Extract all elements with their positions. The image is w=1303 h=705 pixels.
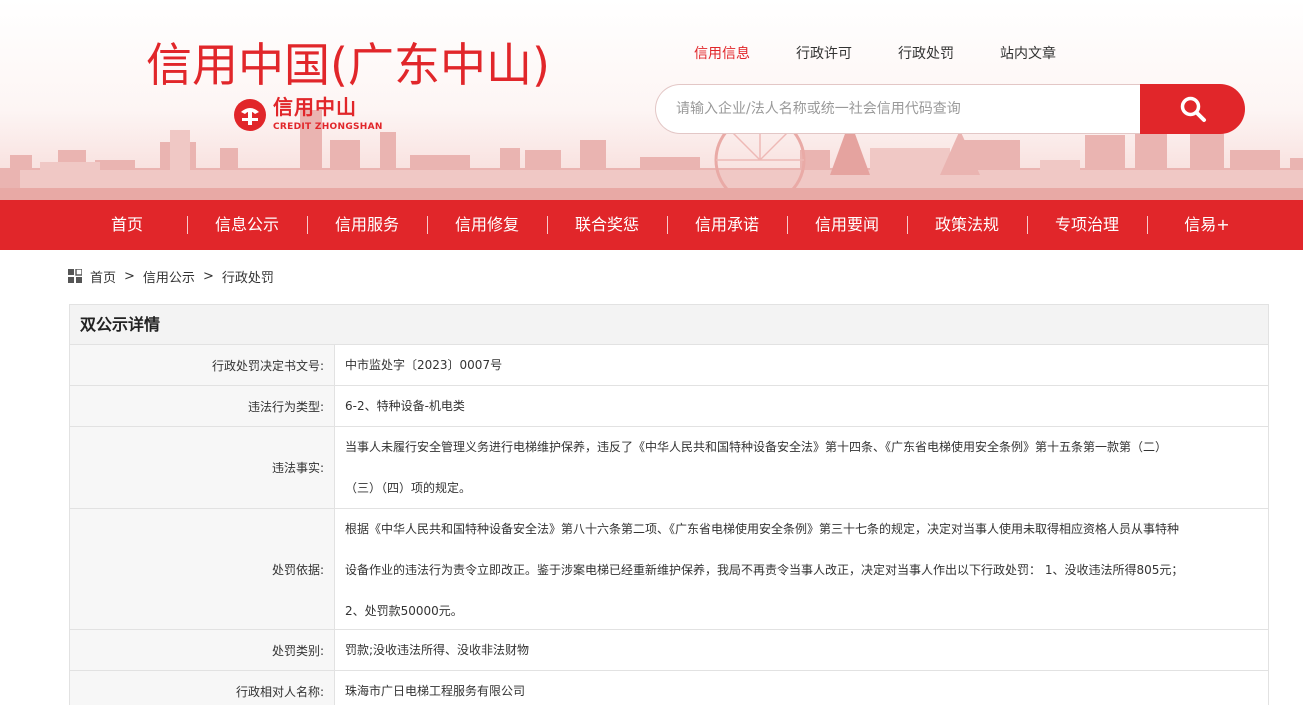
tab-admin-penalty[interactable]: 行政处罚 bbox=[898, 44, 954, 66]
search-icon bbox=[1180, 96, 1206, 122]
nav-info-disclosure[interactable]: 信息公示 bbox=[187, 200, 307, 250]
detail-row-decision-number: 行政处罚决定书文号: 中市监处字〔2023〕0007号 bbox=[69, 345, 1269, 386]
breadcrumb-admin-penalty[interactable]: 行政处罚 bbox=[222, 267, 274, 286]
nav-credit-repair[interactable]: 信用修复 bbox=[427, 200, 547, 250]
row-value: 中市监处字〔2023〕0007号 bbox=[345, 357, 503, 372]
logo-text-en: CREDIT ZHONGSHAN bbox=[273, 122, 383, 132]
detail-row-penalty-category: 处罚类别: 罚款;没收违法所得、没收非法财物 bbox=[69, 630, 1269, 671]
top-search-tabs: 信用信息 行政许可 行政处罚 站内文章 bbox=[694, 44, 1102, 66]
breadcrumb-home[interactable]: 首页 bbox=[90, 267, 116, 286]
detail-row-violation-type: 违法行为类型: 6-2、特种设备-机电类 bbox=[69, 386, 1269, 427]
row-value: 罚款;没收违法所得、没收非法财物 bbox=[345, 642, 530, 657]
header-banner: 信用中国(广东中山) 信用中山 CREDIT ZHONGSHAN 信用信息 行政… bbox=[0, 0, 1303, 200]
row-value-line: 设备作业的违法行为责令立即改正。鉴于涉案电梯已经重新维护保养，我局不再责令当事人… bbox=[345, 563, 1184, 577]
tab-site-articles[interactable]: 站内文章 bbox=[1000, 44, 1056, 66]
row-value: 根据《中华人民共和国特种设备安全法》第八十六条第二项、《广东省电梯使用安全条例》… bbox=[335, 509, 1268, 629]
row-value: 当事人未履行安全管理义务进行电梯维护保养，违反了《中华人民共和国特种设备安全法》… bbox=[335, 427, 1268, 508]
row-value-line: 当事人未履行安全管理义务进行电梯维护保养，违反了《中华人民共和国特种设备安全法》… bbox=[345, 440, 1168, 454]
row-value-line: 根据《中华人民共和国特种设备安全法》第八十六条第二项、《广东省电梯使用安全条例》… bbox=[345, 522, 1180, 536]
row-value: 珠海市广日电梯工程服务有限公司 bbox=[345, 683, 526, 698]
nav-credit-service[interactable]: 信用服务 bbox=[307, 200, 427, 250]
row-label: 处罚依据: bbox=[70, 509, 335, 629]
nav-credit-news[interactable]: 信用要闻 bbox=[787, 200, 907, 250]
row-label: 行政相对人名称: bbox=[70, 671, 335, 705]
breadcrumb-credit-disclosure[interactable]: 信用公示 bbox=[143, 267, 195, 286]
nav-joint-reward-punish[interactable]: 联合奖惩 bbox=[547, 200, 667, 250]
detail-row-violation-facts: 违法事实: 当事人未履行安全管理义务进行电梯维护保养，违反了《中华人民共和国特种… bbox=[69, 427, 1269, 509]
search-button[interactable] bbox=[1140, 84, 1245, 134]
detail-heading: 双公示详情 bbox=[69, 304, 1269, 345]
nav-policies[interactable]: 政策法规 bbox=[907, 200, 1027, 250]
detail-row-counterparty-name: 行政相对人名称: 珠海市广日电梯工程服务有限公司 bbox=[69, 671, 1269, 705]
credit-zhongshan-logo-icon bbox=[234, 99, 266, 131]
grid-icon bbox=[68, 269, 82, 283]
nav-credit-commitment[interactable]: 信用承诺 bbox=[667, 200, 787, 250]
search-input[interactable] bbox=[655, 84, 1155, 134]
row-label: 处罚类别: bbox=[70, 630, 335, 670]
logo-text-cn: 信用中山 bbox=[273, 95, 357, 119]
nav-special-governance[interactable]: 专项治理 bbox=[1027, 200, 1147, 250]
breadcrumb-separator: > bbox=[202, 268, 214, 284]
tab-credit-info[interactable]: 信用信息 bbox=[694, 44, 750, 66]
main-nav: 首页 信息公示 信用服务 信用修复 联合奖惩 信用承诺 信用要闻 政策法规 专项… bbox=[0, 200, 1303, 250]
tab-admin-license[interactable]: 行政许可 bbox=[796, 44, 852, 66]
row-label: 违法事实: bbox=[70, 427, 335, 508]
nav-xinyi-plus[interactable]: 信易+ bbox=[1147, 200, 1267, 250]
search-bar bbox=[655, 84, 1245, 134]
site-title: 信用中国(广东中山) bbox=[146, 38, 550, 92]
row-value-line: 2、处罚款50000元。 bbox=[345, 604, 463, 618]
row-value-line: （三）（四）项的规定。 bbox=[345, 481, 472, 495]
nav-home[interactable]: 首页 bbox=[67, 200, 187, 250]
site-logo[interactable]: 信用中山 CREDIT ZHONGSHAN bbox=[233, 96, 393, 138]
detail-panel: 双公示详情 行政处罚决定书文号: 中市监处字〔2023〕0007号 违法行为类型… bbox=[69, 304, 1269, 705]
breadcrumb-separator: > bbox=[124, 268, 135, 284]
row-label: 行政处罚决定书文号: bbox=[70, 345, 335, 385]
row-label: 违法行为类型: bbox=[70, 386, 335, 426]
row-value: 6-2、特种设备-机电类 bbox=[345, 398, 465, 413]
breadcrumb: 首页 > 信用公示 > 行政处罚 bbox=[68, 266, 274, 286]
detail-row-penalty-basis: 处罚依据: 根据《中华人民共和国特种设备安全法》第八十六条第二项、《广东省电梯使… bbox=[69, 509, 1269, 630]
